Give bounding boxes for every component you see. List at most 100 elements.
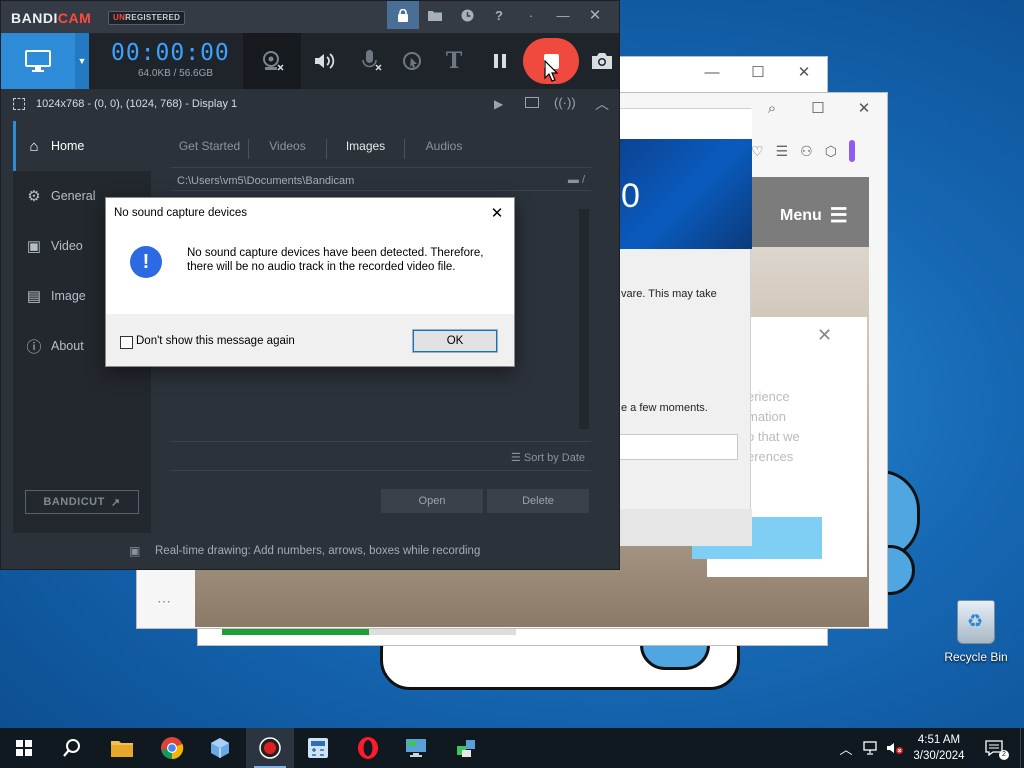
image-capture-icon[interactable] (525, 97, 539, 108)
recording-timer: 00:00:00 (111, 40, 230, 66)
minimize-icon[interactable]: — (689, 57, 735, 87)
delete-button[interactable]: Delete (487, 489, 589, 513)
sidebar-item-label: General (51, 189, 96, 203)
sidebar-item-label: Image (51, 289, 86, 303)
microphone-icon (362, 50, 382, 71)
dot-icon[interactable]: · (515, 1, 547, 29)
screenshot-button[interactable] (587, 33, 617, 89)
browser-window-controls: ⌕ ☐ ✕ (749, 93, 887, 123)
home-icon: ⌂ (29, 137, 39, 155)
menu-button[interactable]: Menu ☰ (780, 203, 848, 228)
profile-icon[interactable]: ⚇ (800, 143, 813, 160)
sliders-icon[interactable]: ☰ (776, 143, 789, 160)
selection-icon[interactable] (13, 98, 25, 110)
cursor-effects-button[interactable] (397, 33, 427, 89)
installer-header (601, 109, 752, 139)
installer-footer (601, 509, 752, 546)
bandicam-titlebar[interactable]: BANDICAM UNREGISTERED ? · — ✕ (1, 1, 619, 33)
network-app-button[interactable] (442, 728, 490, 768)
show-desktop-strip[interactable] (1020, 728, 1024, 768)
microphone-button[interactable] (353, 33, 387, 89)
video-record-icon[interactable]: ▶ (494, 97, 503, 111)
dialog-message: No sound capture devices have been detec… (187, 247, 484, 273)
external-link-icon: ↗ (110, 496, 121, 509)
help-icon[interactable]: ? (483, 1, 515, 29)
sidebar-item-home[interactable]: ⌂ Home (13, 121, 151, 171)
close-icon[interactable]: ✕ (781, 57, 827, 87)
folder-icon: ▬ (567, 174, 579, 186)
network-status-icon[interactable] (860, 728, 882, 768)
mode-dropdown-chevron-icon[interactable]: ▼ (75, 33, 89, 89)
calculator-app-button[interactable] (294, 728, 342, 768)
3d-app-button[interactable] (196, 728, 244, 768)
recycle-bin[interactable]: Recycle Bin (940, 600, 1012, 664)
bandicam-taskbar-button[interactable] (246, 728, 294, 768)
list-icon: ☰ (510, 452, 521, 464)
collapse-chevron-icon[interactable]: ︿ (595, 94, 609, 114)
unregistered-prefix: UN (113, 13, 126, 22)
start-button[interactable] (0, 728, 48, 768)
close-icon[interactable]: ✕ (579, 1, 611, 29)
minimize-icon[interactable]: — (547, 1, 579, 29)
cookie-line: erience (747, 389, 790, 404)
open-folder-button[interactable]: ▬ / (568, 174, 585, 186)
opera-button[interactable] (344, 728, 392, 768)
webcam-button[interactable] (243, 33, 301, 89)
cookie-close-icon[interactable]: ✕ (817, 325, 832, 346)
status-tip[interactable]: Real-time drawing: Add numbers, arrows, … (155, 545, 480, 557)
bandicam-logo: BANDICAM (11, 10, 91, 26)
favorites-icon[interactable]: ♡ (751, 143, 764, 160)
pause-button[interactable] (485, 33, 515, 89)
lock-icon[interactable] (387, 1, 419, 29)
unregistered-badge[interactable]: UNREGISTERED (108, 11, 186, 25)
capture-area-bar: 1024x768 - (0, 0), (1024, 768) - Display… (1, 89, 619, 119)
notification-count-badge: 2 (999, 750, 1009, 760)
calculator-icon (308, 738, 328, 758)
volume-muted-icon[interactable] (884, 728, 906, 768)
chrome-button[interactable] (148, 728, 196, 768)
tab-audios[interactable]: Audios (405, 139, 483, 159)
browser-maximize-icon[interactable]: ☐ (795, 93, 841, 123)
browser-sidebar-more-icon[interactable]: ⋯ (157, 593, 171, 610)
tab-videos[interactable]: Videos (249, 139, 327, 159)
screen-mode-button[interactable] (1, 33, 75, 89)
notifications-icon[interactable]: 2 (978, 728, 1010, 768)
speaker-button[interactable] (307, 33, 341, 89)
dialog-titlebar[interactable]: No sound capture devices ✕ (106, 198, 514, 228)
record-icon (259, 737, 281, 759)
clock-icon[interactable] (451, 1, 483, 29)
tab-images[interactable]: Images (327, 139, 405, 159)
folder-icon[interactable] (419, 1, 451, 29)
text-overlay-button[interactable]: T (439, 33, 469, 89)
dont-show-checkbox[interactable] (120, 336, 133, 349)
file-explorer-button[interactable] (98, 728, 146, 768)
dont-show-label[interactable]: Don't show this message again (136, 335, 295, 347)
browser-toolbar: ♡ ☰ ⚇ ⬡ (737, 137, 885, 165)
film-icon: ▣ (26, 238, 42, 255)
sidebar-item-label: Home (51, 139, 85, 153)
ok-button[interactable]: OK (412, 329, 498, 353)
bandicam-toolbar: ▼ 00:00:00 64.0KB / 56.6GB T (1, 33, 619, 89)
sort-button[interactable]: ☰ Sort by Date (511, 451, 585, 464)
bandicut-button[interactable]: BANDICUT ↗ (25, 490, 139, 514)
maximize-icon[interactable]: ☐ (735, 57, 781, 87)
browser-search-icon[interactable]: ⌕ (749, 93, 795, 123)
browser-close-icon[interactable]: ✕ (841, 93, 887, 123)
mouse-cursor-icon (544, 60, 558, 82)
remote-desktop-button[interactable] (392, 728, 440, 768)
open-button[interactable]: Open (381, 489, 483, 513)
file-list-scrollbar[interactable] (579, 209, 589, 429)
show-hidden-icons-chevron-icon[interactable]: ︿ (836, 728, 856, 768)
hamburger-icon: ☰ (829, 205, 848, 227)
system-clock[interactable]: 4:51 AM 3/30/2024 (906, 732, 972, 764)
tab-get-started[interactable]: Get Started (171, 139, 249, 159)
extensions-icon[interactable]: ⬡ (825, 143, 837, 160)
broadcast-icon[interactable]: ((·)) (554, 95, 576, 110)
window-controls: — ☐ ✕ (689, 57, 827, 87)
search-button[interactable] (48, 728, 96, 768)
dialog-close-icon[interactable]: ✕ (486, 202, 508, 224)
titlebar-icons: ? · — ✕ (387, 1, 611, 29)
webcam-icon (263, 51, 284, 71)
cursor-effect-icon (403, 52, 421, 70)
recycle-bin-icon (957, 600, 995, 644)
